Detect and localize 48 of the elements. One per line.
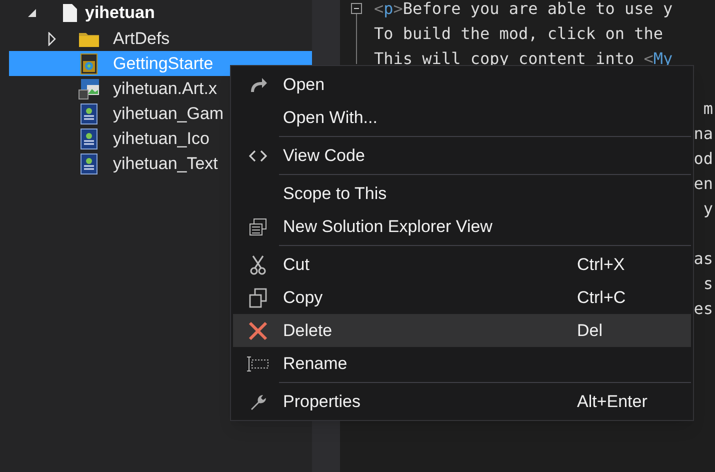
menu-item[interactable]: New Solution Explorer View — [233, 210, 691, 243]
menu-item[interactable]: Cut Ctrl+X — [233, 248, 691, 281]
scissors-icon — [249, 254, 267, 274]
code-text: m — [703, 98, 713, 120]
shortcut-text: Alt+Enter — [577, 390, 648, 413]
fold-minus-icon[interactable] — [351, 3, 362, 14]
menu-item[interactable]: Scope to This — [233, 177, 691, 210]
tree-item-label: yihetuan_Gam — [113, 102, 224, 125]
menu-item[interactable]: Properties Alt+Enter — [233, 385, 691, 418]
expand-chevron-icon[interactable] — [47, 32, 57, 46]
code-line: <p>Before you are able to use y — [374, 0, 674, 20]
xml-file-icon — [80, 152, 98, 174]
tree-item-label: yihetuan_Ico — [113, 128, 210, 150]
tree-item-label: yihetuan.Art.x — [113, 78, 217, 100]
windows-icon — [249, 218, 267, 236]
code-brackets-icon — [249, 150, 267, 162]
image-file-icon — [78, 78, 100, 100]
collapse-toggle-icon[interactable] — [27, 8, 37, 18]
code-text: en — [694, 173, 713, 195]
file-icon — [63, 4, 77, 22]
menu-item[interactable]: View Code — [233, 139, 691, 172]
xml-file-icon — [80, 128, 98, 150]
tree-item[interactable]: ArtDefs — [9, 26, 312, 51]
tree-item-label: ArtDefs — [113, 28, 170, 50]
code-line: To build the mod, click on the — [374, 23, 664, 45]
shortcut-text: Ctrl+X — [577, 254, 625, 276]
code-text: od — [694, 148, 713, 170]
web-file-icon — [80, 52, 98, 74]
code-text: as — [694, 248, 713, 270]
tree-item[interactable]: yihetuan — [85, 0, 155, 26]
code-text: es — [694, 298, 713, 320]
menu-item[interactable]: Copy Ctrl+C — [233, 281, 691, 314]
rename-icon — [247, 356, 269, 372]
menu-item[interactable]: Open With... — [233, 101, 691, 134]
menu-item[interactable]: Rename — [233, 347, 691, 380]
copy-icon — [249, 288, 267, 308]
delete-icon — [248, 320, 268, 340]
shortcut-text: Ctrl+C — [577, 286, 626, 309]
tree-item-label: yihetuan_Text — [113, 152, 218, 175]
code-text: s — [703, 273, 713, 295]
tree-item-label: GettingStarte — [113, 52, 214, 75]
shortcut-text: Del — [577, 320, 603, 342]
code-text: na — [694, 123, 713, 145]
code-text: y — [703, 198, 713, 220]
wrench-icon — [249, 392, 267, 410]
redo-arrow-icon — [248, 76, 268, 92]
xml-file-icon — [80, 102, 98, 124]
menu-item[interactable]: Delete Del — [233, 314, 691, 347]
